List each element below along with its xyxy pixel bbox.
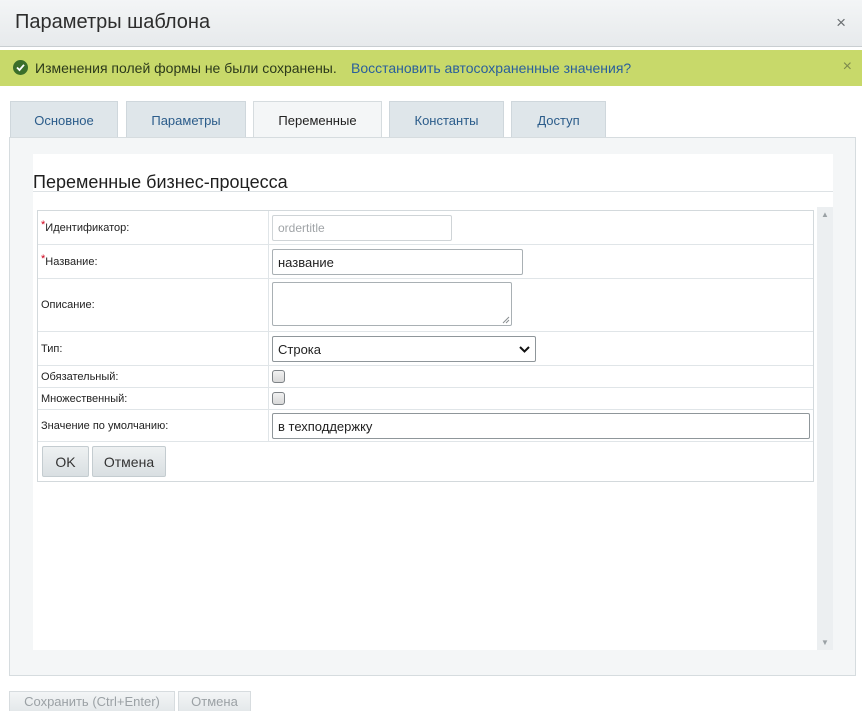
- scrollbar[interactable]: ▲ ▼: [817, 207, 833, 650]
- name-label: * Название:: [38, 245, 269, 278]
- section-title: Переменные бизнес-процесса: [33, 172, 288, 192]
- default-label: Значение по умолчанию:: [38, 410, 269, 441]
- save-button[interactable]: Сохранить (Ctrl+Enter): [9, 691, 175, 711]
- variable-form: * Идентификатор: ordertitle * Название: на…: [37, 210, 814, 482]
- required-label: Обязательный:: [38, 366, 269, 387]
- restore-autosave-link[interactable]: Восстановить автосохраненные значения?: [351, 60, 631, 76]
- divider: [33, 191, 833, 192]
- form-row-type: Тип: Строка: [38, 332, 813, 366]
- name-value: название: [278, 254, 334, 270]
- identifier-label: * Идентификатор:: [38, 211, 269, 244]
- tab-constants[interactable]: Константы: [389, 101, 504, 138]
- type-select[interactable]: Строка: [272, 336, 536, 362]
- footer-cancel-button[interactable]: Отмена: [178, 691, 251, 711]
- form-row-actions: OK Отмена: [38, 442, 813, 481]
- form-row-description: Описание:: [38, 279, 813, 332]
- form-row-required: Обязательный:: [38, 366, 813, 388]
- tab-bar: Основное Параметры Переменные Константы …: [10, 101, 852, 139]
- tab-variables[interactable]: Переменные: [253, 101, 382, 139]
- tab-access[interactable]: Доступ: [511, 101, 606, 138]
- notice-message: Изменения полей формы не были сохранены.: [35, 60, 337, 76]
- ok-button[interactable]: OK: [42, 446, 89, 477]
- identifier-placeholder: ordertitle: [278, 221, 325, 235]
- chevron-down-icon: [519, 345, 530, 353]
- identifier-label-text: Идентификатор:: [45, 221, 130, 234]
- multiple-checkbox[interactable]: [272, 392, 285, 405]
- name-label-text: Название:: [45, 255, 98, 268]
- cancel-button[interactable]: Отмена: [92, 446, 166, 477]
- description-textarea[interactable]: [272, 282, 512, 326]
- notice-close-icon[interactable]: ×: [843, 58, 852, 76]
- tab-parameters[interactable]: Параметры: [126, 101, 246, 138]
- dialog-title: Параметры шаблона: [15, 11, 211, 33]
- form-row-multiple: Множественный:: [38, 388, 813, 410]
- tab-main[interactable]: Основное: [10, 101, 118, 138]
- form-row-name: * Название: название: [38, 245, 813, 279]
- required-mark: *: [41, 218, 46, 231]
- default-value-input[interactable]: в техподдержку: [272, 413, 810, 439]
- unsaved-notice: Изменения полей формы не были сохранены.…: [0, 50, 862, 86]
- multiple-label: Множественный:: [38, 388, 269, 409]
- identifier-input[interactable]: ordertitle: [272, 215, 452, 241]
- dialog-titlebar: Параметры шаблона ×: [0, 0, 862, 47]
- scroll-down-icon[interactable]: ▼: [821, 638, 829, 647]
- required-checkbox[interactable]: [272, 370, 285, 383]
- check-circle-icon: [13, 60, 28, 75]
- default-value: в техподдержку: [278, 418, 373, 434]
- form-row-default: Значение по умолчанию: в техподдержку: [38, 410, 813, 442]
- variables-content: Переменные бизнес-процесса * Идентификато…: [33, 154, 833, 650]
- tab-panel: Переменные бизнес-процесса * Идентификато…: [9, 137, 856, 676]
- type-label: Тип:: [38, 332, 269, 365]
- form-row-identifier: * Идентификатор: ordertitle: [38, 211, 813, 245]
- type-selected-value: Строка: [278, 341, 322, 357]
- name-input[interactable]: название: [272, 249, 523, 275]
- resize-handle-icon[interactable]: [502, 316, 510, 324]
- scroll-up-icon[interactable]: ▲: [821, 210, 829, 219]
- description-label: Описание:: [38, 279, 269, 331]
- close-icon[interactable]: ×: [836, 13, 846, 33]
- required-mark: *: [41, 252, 46, 265]
